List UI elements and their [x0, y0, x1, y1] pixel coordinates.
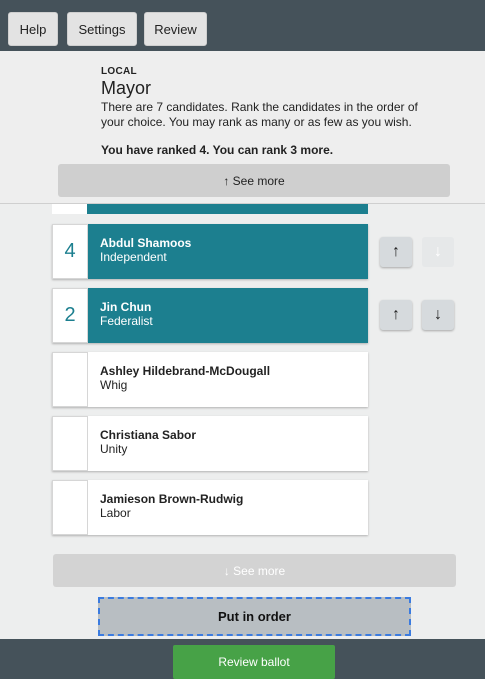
rank-number: 4 [52, 224, 88, 279]
candidate-card[interactable]: 2 Jin Chun Federalist [52, 288, 368, 343]
settings-button[interactable]: Settings [67, 12, 137, 46]
move-up-button[interactable]: ↑ [380, 237, 412, 267]
review-ballot-button[interactable]: Review ballot [173, 645, 335, 679]
candidate-name: Christiana Sabor [100, 428, 197, 442]
move-down-button: ↓ [422, 237, 454, 267]
ranked-count-message: You have ranked 4. You can rank 3 more. [101, 143, 334, 157]
contest-title: Mayor [101, 78, 152, 98]
contest-section-label: LOCAL [101, 66, 137, 77]
candidate-party: Federalist [100, 314, 153, 328]
candidate-name: Abdul Shamoos [100, 236, 192, 250]
candidate-party: Independent [100, 250, 167, 264]
candidate-name: Ashley Hildebrand-McDougall [100, 364, 271, 378]
clipped-candidate-card [52, 204, 368, 214]
contest-instructions: There are 7 candidates. Rank the candida… [101, 100, 418, 129]
candidate-info: Jin Chun Federalist [88, 288, 368, 343]
candidate-card[interactable]: 4 Abdul Shamoos Independent [52, 224, 368, 279]
review-button[interactable]: Review [144, 12, 207, 46]
see-more-up-button[interactable]: ↑ See more [58, 164, 450, 197]
move-up-button[interactable]: ↑ [380, 300, 412, 330]
rank-number [52, 352, 88, 407]
candidate-list[interactable]: 4 Abdul Shamoos Independent ↑ ↓ 2 Jin Ch… [0, 204, 485, 549]
rank-number [52, 480, 88, 535]
rank-number [52, 416, 88, 471]
candidate-info: Ashley Hildebrand-McDougall Whig [88, 352, 368, 407]
put-in-order-button[interactable]: Put in order [98, 597, 411, 636]
candidate-info: Jamieson Brown-Rudwig Labor [88, 480, 368, 535]
candidate-party: Unity [100, 442, 128, 456]
candidate-party: Whig [100, 378, 128, 392]
candidate-party: Labor [100, 506, 131, 520]
help-button[interactable]: Help [8, 12, 58, 46]
see-more-down-button: ↓ See more [53, 554, 456, 587]
candidate-info: Christiana Sabor Unity [88, 416, 368, 471]
candidate-card[interactable]: Jamieson Brown-Rudwig Labor [52, 480, 368, 535]
candidate-info: Abdul Shamoos Independent [88, 224, 368, 279]
candidate-name: Jin Chun [100, 300, 152, 314]
rank-number: 2 [52, 288, 88, 343]
move-down-button[interactable]: ↓ [422, 300, 454, 330]
candidate-name: Jamieson Brown-Rudwig [100, 492, 244, 506]
candidate-card[interactable]: Ashley Hildebrand-McDougall Whig [52, 352, 368, 407]
candidate-card[interactable]: Christiana Sabor Unity [52, 416, 368, 471]
